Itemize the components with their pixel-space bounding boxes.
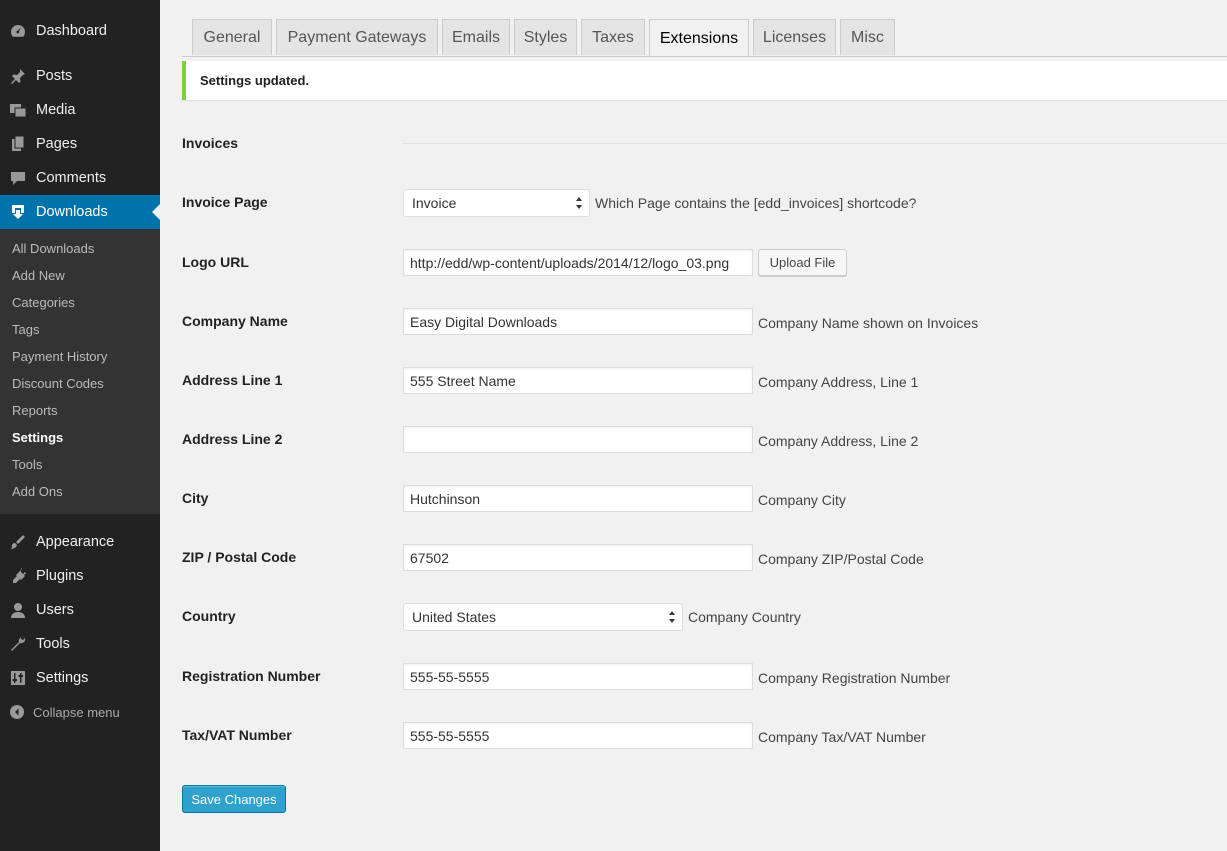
save-changes-button[interactable]: Save Changes [182,785,286,813]
address2-desc: Company Address, Line 2 [758,433,919,449]
menu-downloads[interactable]: Downloads [0,195,160,229]
city-label: City [182,490,209,506]
brush-icon [9,533,27,551]
zip-desc: Company ZIP/Postal Code [758,551,924,567]
submenu-all-downloads[interactable]: All Downloads [12,238,94,260]
downloads-submenu: All Downloads Add New Categories Tags Pa… [0,229,160,514]
pin-icon [9,67,27,85]
collapse-menu[interactable]: Collapse menu [0,700,120,724]
menu-label: Appearance [36,534,115,550]
tab-misc[interactable]: Misc [840,19,895,55]
menu-label: Users [36,602,74,618]
section-title: Invoices [182,135,239,151]
invoice-page-desc: Which Page contains the [edd_invoices] s… [595,195,917,211]
upload-file-button[interactable]: Upload File [758,249,847,276]
select-arrows-icon [669,611,675,623]
submenu-add-new[interactable]: Add New [12,265,65,287]
menu-settings[interactable]: Settings [0,661,160,695]
collapse-icon [9,704,25,720]
menu-label: Downloads [36,204,108,220]
city-input[interactable] [403,485,753,512]
menu-label: Tools [36,636,70,652]
address2-input[interactable] [403,426,753,453]
collapse-label: Collapse menu [33,704,120,720]
submenu-reports[interactable]: Reports [12,400,58,422]
company-name-input[interactable] [403,308,753,335]
menu-plugins[interactable]: Plugins [0,559,160,593]
invoice-page-select[interactable]: Invoice [403,189,590,217]
address2-label: Address Line 2 [182,431,283,447]
wrench-icon [9,635,27,653]
menu-label: Media [36,102,76,118]
select-arrows-icon [576,197,582,209]
pages-icon [9,135,27,153]
comment-icon [9,169,27,187]
menu-label: Settings [36,670,89,686]
menu-appearance[interactable]: Appearance [0,525,160,559]
country-selected: United States [412,609,497,625]
tax-label: Tax/VAT Number [182,727,292,743]
registration-input[interactable] [403,663,753,690]
menu-comments[interactable]: Comments [0,161,160,195]
submenu-payment-history[interactable]: Payment History [12,346,107,368]
tax-desc: Company Tax/VAT Number [758,729,926,745]
address1-input[interactable] [403,367,753,394]
settings-updated-notice: Settings updated. [182,61,1227,100]
section-divider [402,143,1227,144]
tab-extensions[interactable]: Extensions [649,19,749,57]
invoice-page-selected: Invoice [412,195,457,211]
tab-payment-gateways[interactable]: Payment Gateways [276,19,438,55]
tab-divider [182,56,1227,57]
menu-label: Dashboard [36,23,107,39]
tab-licenses[interactable]: Licenses [753,19,836,55]
menu-posts[interactable]: Posts [0,59,160,93]
submenu-add-ons[interactable]: Add Ons [12,481,63,503]
tab-taxes[interactable]: Taxes [581,19,645,55]
city-desc: Company City [758,492,846,508]
sliders-icon [9,669,27,687]
submenu-discount-codes[interactable]: Discount Codes [12,373,104,395]
menu-tools[interactable]: Tools [0,627,160,661]
tab-styles[interactable]: Styles [514,19,577,55]
country-select[interactable]: United States [403,603,683,631]
logo-url-input[interactable] [403,249,753,276]
menu-label: Posts [36,68,73,84]
dashboard-icon [9,22,27,40]
tax-input[interactable] [403,722,753,749]
submenu-tags[interactable]: Tags [12,319,39,341]
tab-emails[interactable]: Emails [442,19,510,55]
registration-desc: Company Registration Number [758,670,951,686]
company-name-desc: Company Name shown on Invoices [758,315,979,331]
download-icon [9,203,27,221]
user-icon [9,601,27,619]
company-name-label: Company Name [182,313,288,329]
menu-pages[interactable]: Pages [0,127,160,161]
zip-label: ZIP / Postal Code [182,549,297,565]
menu-dashboard[interactable]: Dashboard [0,14,160,48]
address1-desc: Company Address, Line 1 [758,374,919,390]
menu-label: Pages [36,136,78,152]
country-label: Country [182,608,236,624]
admin-sidebar: Dashboard Posts Media Pages Comments Dow… [0,0,160,851]
submenu-tools[interactable]: Tools [12,454,42,476]
tab-general[interactable]: General [192,19,272,55]
media-icon [9,101,27,119]
notice-text: Settings updated. [200,73,310,88]
address1-label: Address Line 1 [182,372,283,388]
invoice-page-label: Invoice Page [182,194,268,210]
menu-users[interactable]: Users [0,593,160,627]
menu-label: Comments [36,170,107,186]
plugin-icon [9,567,27,585]
registration-label: Registration Number [182,668,321,684]
logo-url-label: Logo URL [182,254,249,270]
zip-input[interactable] [403,544,753,571]
submenu-categories[interactable]: Categories [12,292,75,314]
country-desc: Company Country [688,609,801,625]
menu-label: Plugins [36,568,84,584]
submenu-settings[interactable]: Settings [12,427,63,449]
menu-media[interactable]: Media [0,93,160,127]
